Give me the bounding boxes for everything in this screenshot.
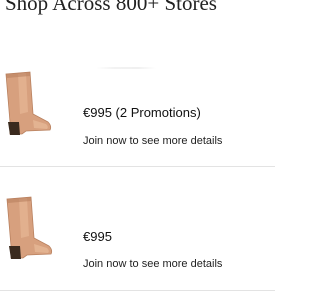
join-now-link[interactable]: Join now to see more details: [83, 257, 222, 271]
cowboy-boot-image-icon: [6, 196, 53, 259]
product-list: €995 (2 Promotions) Join now to see more…: [0, 0, 275, 294]
product-price: €995: [83, 229, 112, 244]
faint-placeholder-line: [96, 67, 156, 69]
cowboy-boot-image-icon: [5, 71, 52, 135]
boot-image[interactable]: [0, 193, 60, 265]
product-card[interactable]: €995 (2 Promotions) Join now to see more…: [0, 44, 275, 166]
list-divider: [0, 290, 275, 291]
boot-image[interactable]: [0, 70, 60, 142]
join-now-link[interactable]: Join now to see more details: [83, 134, 222, 148]
product-card[interactable]: €995 Join now to see more details: [0, 167, 275, 289]
product-price: €995 (2 Promotions): [83, 105, 201, 120]
